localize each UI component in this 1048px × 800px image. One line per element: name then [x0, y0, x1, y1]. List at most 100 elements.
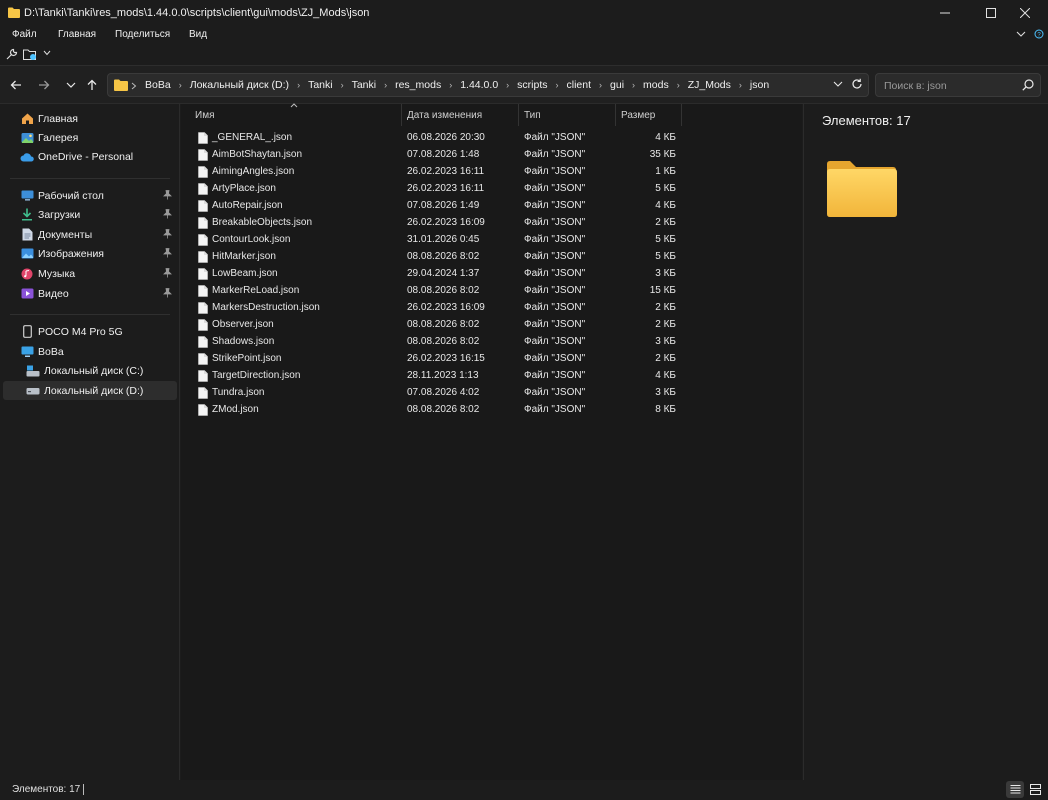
- search-icon[interactable]: [1022, 79, 1034, 91]
- column-header-type[interactable]: Тип: [524, 110, 541, 121]
- download-icon: [20, 208, 34, 222]
- drive-icon: [26, 384, 40, 398]
- tiles-view-button[interactable]: [1026, 781, 1044, 798]
- sidebar-item-onedrive[interactable]: OneDrive - Personal: [20, 147, 176, 166]
- sidebar-item-music[interactable]: Музыка: [20, 264, 176, 283]
- file-size: 5 КБ: [655, 183, 676, 194]
- breadcrumb-item[interactable]: json: [746, 79, 773, 91]
- breadcrumb-item[interactable]: res_mods: [391, 79, 445, 91]
- column-header-date[interactable]: Дата изменения: [407, 110, 482, 121]
- refresh-button[interactable]: [851, 78, 863, 90]
- column-separator[interactable]: [615, 104, 616, 126]
- breadcrumb-separator-icon[interactable]: ›: [337, 80, 348, 90]
- breadcrumb-item[interactable]: client: [563, 79, 596, 91]
- file-row[interactable]: Observer.json 08.08.2026 8:02 Файл "JSON" 2…: [188, 317, 788, 334]
- column-separator[interactable]: [401, 104, 402, 126]
- file-row[interactable]: ArtyPlace.json 26.02.2023 16:11 Файл "JSON…: [188, 181, 788, 198]
- file-row[interactable]: LowBeam.json 29.04.2024 1:37 Файл "JSON" 3 …: [188, 266, 788, 283]
- up-button[interactable]: [81, 74, 103, 96]
- music-icon: [20, 267, 34, 281]
- file-row[interactable]: Shadows.json 08.08.2026 8:02 Файл "JSON" 3 …: [188, 334, 788, 351]
- sidebar-item-home[interactable]: Главная: [20, 109, 176, 128]
- breadcrumb-item[interactable]: Локальный диск (D:): [186, 79, 293, 91]
- new-folder-button[interactable]: [23, 48, 37, 61]
- help-button[interactable]: ?: [1034, 29, 1044, 39]
- breadcrumb-item[interactable]: mods: [639, 79, 673, 91]
- breadcrumb-root-separator: [131, 82, 137, 90]
- breadcrumb-item[interactable]: Tanki: [304, 79, 337, 91]
- file-row[interactable]: BreakableObjects.json 26.02.2023 16:09 Фай…: [188, 215, 788, 232]
- expand-ribbon-button[interactable]: [1016, 30, 1026, 38]
- minimize-button[interactable]: [922, 0, 968, 26]
- window-title: D:\Tanki\Tanki\res_mods\1.44.0.0\scripts…: [24, 7, 370, 19]
- customize-toolbar-button[interactable]: [43, 50, 51, 56]
- file-row[interactable]: ContourLook.json 31.01.2026 0:45 Файл "JSO…: [188, 232, 788, 249]
- sidebar-item-drive-d[interactable]: Локальный диск (D:): [3, 381, 177, 400]
- file-row[interactable]: MarkerReLoad.json 08.08.2026 8:02 Файл "JS…: [188, 283, 788, 300]
- menu-home[interactable]: Главная: [58, 29, 96, 40]
- breadcrumb-item[interactable]: scripts: [513, 79, 551, 91]
- sidebar-item-gallery[interactable]: Галерея: [20, 128, 176, 147]
- forward-button[interactable]: [33, 74, 55, 96]
- file-row[interactable]: _GENERAL_.json 06.08.2026 20:30 Файл "JSON…: [188, 130, 788, 147]
- details-view-button[interactable]: [1006, 781, 1024, 798]
- file-date: 31.01.2026 0:45: [407, 234, 480, 245]
- sidebar-item-drive-c[interactable]: Локальный диск (C:): [26, 361, 176, 380]
- column-separator[interactable]: [681, 104, 682, 126]
- gallery-icon: [20, 131, 34, 145]
- breadcrumb-separator-icon[interactable]: ›: [673, 80, 684, 90]
- file-row[interactable]: ZMod.json 08.08.2026 8:02 Файл "JSON" 8 КБ: [188, 402, 788, 419]
- column-header-name[interactable]: Имя: [195, 110, 214, 121]
- file-date: 07.08.2026 1:49: [407, 200, 480, 211]
- file-row[interactable]: StrikePoint.json 26.02.2023 16:15 Файл "JS…: [188, 351, 788, 368]
- file-row[interactable]: MarkersDestruction.json 26.02.2023 16:09 Ф…: [188, 300, 788, 317]
- breadcrumb-separator-icon[interactable]: ›: [735, 80, 746, 90]
- sidebar-item-documents[interactable]: Документы: [20, 225, 176, 244]
- menu-file[interactable]: Файл: [12, 29, 37, 40]
- close-button[interactable]: [1002, 0, 1048, 26]
- properties-button[interactable]: [5, 48, 18, 61]
- sidebar-item-desktop[interactable]: Рабочий стол: [20, 186, 176, 205]
- back-button[interactable]: [5, 74, 27, 96]
- breadcrumb-separator-icon[interactable]: ›: [175, 80, 186, 90]
- file-size: 2 КБ: [655, 319, 676, 330]
- breadcrumb-separator-icon[interactable]: ›: [628, 80, 639, 90]
- menu-share[interactable]: Поделиться: [115, 29, 170, 40]
- sidebar-item-phone[interactable]: POCO M4 Pro 5G: [20, 322, 176, 341]
- sidebar-item-label: Локальный диск (D:): [44, 384, 144, 397]
- json-file-icon: [198, 183, 208, 195]
- breadcrumb-separator-icon[interactable]: ›: [552, 80, 563, 90]
- menu-view[interactable]: Вид: [189, 29, 207, 40]
- breadcrumb-item[interactable]: 1.44.0.0: [456, 79, 502, 91]
- file-type: Файл "JSON": [524, 353, 586, 364]
- breadcrumb-item[interactable]: gui: [606, 79, 628, 91]
- breadcrumb-separator-icon[interactable]: ›: [595, 80, 606, 90]
- json-file-icon: [198, 319, 208, 331]
- breadcrumb-separator-icon[interactable]: ›: [502, 80, 513, 90]
- desktop-icon: [20, 189, 34, 203]
- file-row[interactable]: TargetDirection.json 28.11.2023 1:13 Файл …: [188, 368, 788, 385]
- file-type: Файл "JSON": [524, 166, 586, 177]
- file-name: _GENERAL_.json: [212, 132, 293, 143]
- sidebar-item-pictures[interactable]: Изображения: [20, 244, 176, 263]
- breadcrumb-separator-icon[interactable]: ›: [380, 80, 391, 90]
- sidebar-item-downloads[interactable]: Загрузки: [20, 205, 176, 224]
- status-bar: [0, 780, 1048, 800]
- sidebar-item-this-pc[interactable]: BoBa: [20, 342, 176, 361]
- breadcrumb-item[interactable]: BoBa: [141, 79, 175, 91]
- breadcrumb-separator-icon[interactable]: ›: [293, 80, 304, 90]
- file-row[interactable]: Tundra.json 07.08.2026 4:02 Файл "JSON" 3 К…: [188, 385, 788, 402]
- search-input[interactable]: [884, 78, 1019, 94]
- breadcrumb-item[interactable]: Tanki: [348, 79, 381, 91]
- file-row[interactable]: AimBotShaytan.json 07.08.2026 1:48 Файл "J…: [188, 147, 788, 164]
- file-row[interactable]: HitMarker.json 08.08.2026 8:02 Файл "JSON"…: [188, 249, 788, 266]
- column-separator[interactable]: [518, 104, 519, 126]
- address-history-button[interactable]: [833, 80, 843, 88]
- sidebar-item-videos[interactable]: Видео: [20, 284, 176, 303]
- recent-locations-button[interactable]: [60, 74, 82, 96]
- breadcrumb-separator-icon[interactable]: ›: [445, 80, 456, 90]
- file-row[interactable]: AimingAngles.json 26.02.2023 16:11 Файл "J…: [188, 164, 788, 181]
- breadcrumb-item[interactable]: ZJ_Mods: [684, 79, 735, 91]
- file-row[interactable]: AutoRepair.json 07.08.2026 1:49 Файл "JSON…: [188, 198, 788, 215]
- column-header-size[interactable]: Размер: [621, 110, 655, 121]
